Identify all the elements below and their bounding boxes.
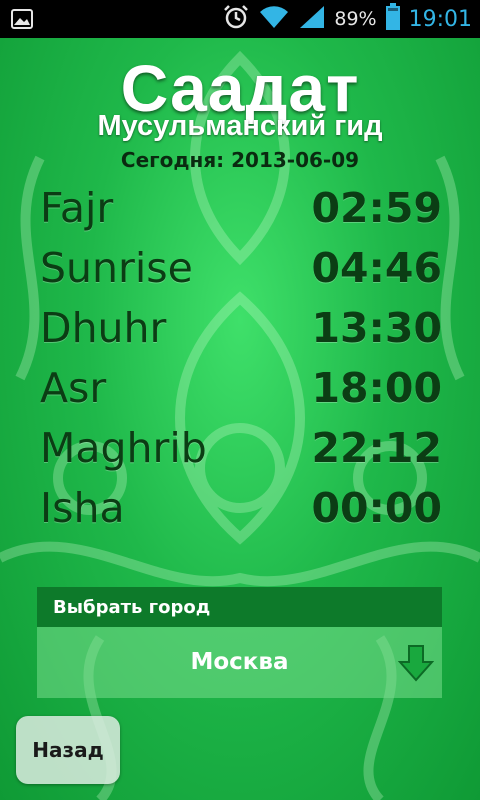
prayer-name: Maghrib bbox=[40, 424, 207, 472]
prayer-row-asr: Asr 18:00 bbox=[40, 364, 442, 420]
back-button[interactable]: Назад bbox=[16, 716, 120, 784]
wifi-icon bbox=[258, 4, 290, 34]
status-bar: 89% 19:01 bbox=[0, 0, 480, 38]
status-clock: 19:01 bbox=[408, 6, 472, 32]
prayer-time: 22:12 bbox=[311, 424, 442, 472]
prayer-row-dhuhr: Dhuhr 13:30 bbox=[40, 304, 442, 360]
prayer-time: 13:30 bbox=[311, 304, 442, 352]
arrow-down-icon[interactable] bbox=[397, 644, 435, 686]
battery-percent: 89% bbox=[334, 8, 377, 30]
prayer-name: Fajr bbox=[40, 184, 114, 232]
prayer-row-isha: Isha 00:00 bbox=[40, 484, 442, 540]
prayer-row-fajr: Fajr 02:59 bbox=[40, 184, 442, 240]
city-selected-value: Москва bbox=[190, 649, 289, 675]
prayer-row-maghrib: Maghrib 22:12 bbox=[40, 424, 442, 480]
today-date: Сегодня: 2013-06-09 bbox=[120, 148, 360, 172]
gallery-icon bbox=[10, 7, 34, 35]
battery-icon bbox=[385, 3, 401, 35]
city-select-header: Выбрать город bbox=[37, 587, 442, 627]
prayer-time: 00:00 bbox=[311, 484, 442, 532]
alarm-icon bbox=[222, 3, 250, 35]
signal-icon bbox=[298, 4, 326, 34]
prayer-row-sunrise: Sunrise 04:46 bbox=[40, 244, 442, 300]
prayer-name: Isha bbox=[40, 484, 125, 532]
prayer-time: 18:00 bbox=[311, 364, 442, 412]
prayer-name: Asr bbox=[40, 364, 107, 412]
city-dropdown[interactable]: Москва bbox=[37, 627, 442, 698]
prayer-time: 02:59 bbox=[311, 184, 442, 232]
prayer-time: 04:46 bbox=[311, 244, 442, 292]
app-subtitle: Мусульманский гид bbox=[97, 110, 383, 142]
prayer-name: Dhuhr bbox=[40, 304, 167, 352]
prayer-name: Sunrise bbox=[40, 244, 193, 292]
